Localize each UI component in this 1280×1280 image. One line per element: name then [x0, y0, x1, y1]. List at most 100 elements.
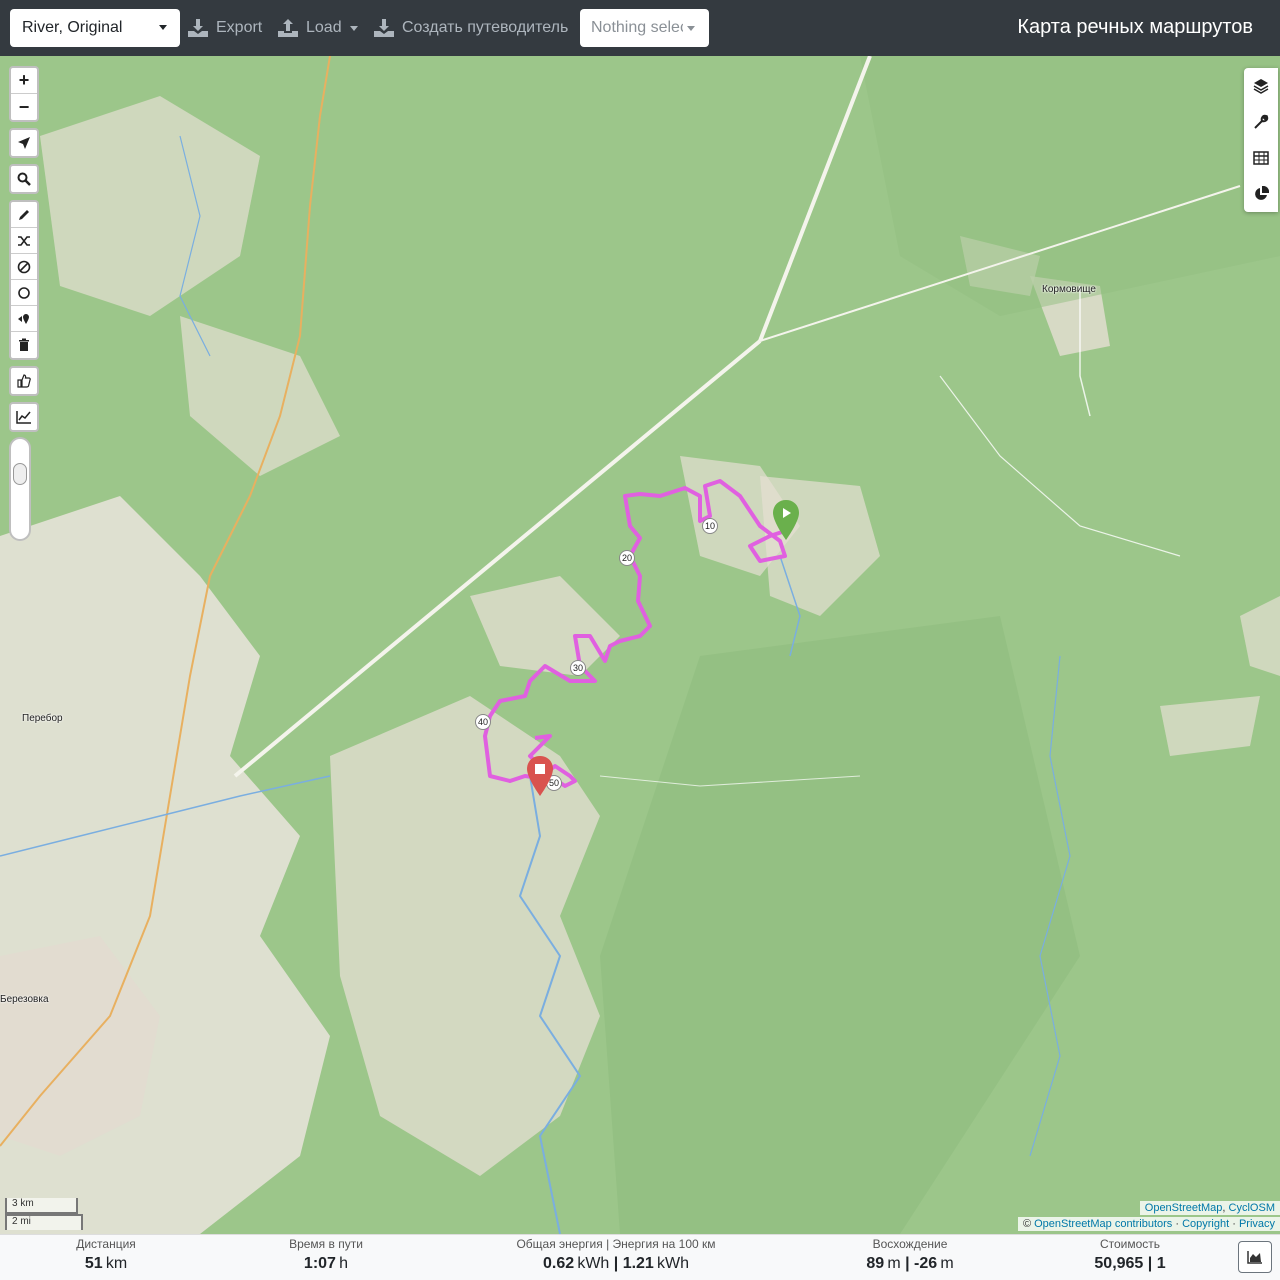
export-label: Export	[216, 19, 263, 36]
map-attribution: © OpenStreetMap contributors · Copyright…	[1017, 1217, 1280, 1231]
route-km-marker: 20	[619, 550, 635, 566]
profile-select[interactable]: River, Original	[10, 9, 180, 47]
statistics-button[interactable]	[1244, 176, 1278, 212]
circle-button[interactable]	[11, 280, 37, 306]
stat-label: Общая энергия | Энергия на 100 км	[516, 1237, 716, 1251]
stat-label: Восхождение	[872, 1237, 948, 1251]
energy-per-100-unit: kWh	[657, 1255, 690, 1272]
shuffle-button[interactable]	[11, 228, 37, 254]
openstreetmap-link[interactable]: OpenStreetMap	[1145, 1202, 1223, 1214]
stat-distance: Дистанция 51 km	[56, 1237, 156, 1273]
energy-per-100-value: 1.21	[622, 1255, 654, 1272]
end-marker-icon[interactable]	[527, 756, 553, 796]
layer-attribution: OpenStreetMap, CyclOSM	[1139, 1201, 1280, 1215]
shuffle-icon	[18, 235, 30, 246]
route-stats-bar: Дистанция 51 km Время в пути 1:07 h Обща…	[0, 1234, 1280, 1280]
copyright-symbol: ©	[1022, 1218, 1035, 1230]
route-km-marker: 10	[702, 518, 718, 534]
wrench-icon	[1254, 114, 1269, 129]
route-km-marker: 40	[475, 714, 491, 730]
stat-value: 89 m | -26 m	[866, 1255, 954, 1272]
elevation-button[interactable]	[11, 404, 37, 430]
elevation-chart-button[interactable]	[1238, 1241, 1272, 1273]
descent-unit: m	[940, 1255, 954, 1272]
stat-value: 1:07 h	[266, 1255, 386, 1273]
load-button[interactable]: Load	[278, 10, 358, 46]
start-marker-icon[interactable]	[773, 500, 799, 540]
search-control	[9, 164, 39, 194]
zoom-in-button[interactable]: +	[11, 68, 37, 94]
chevron-down-icon	[349, 25, 358, 31]
thumbs-up-button[interactable]	[11, 368, 37, 394]
stat-label: Дистанция	[76, 1237, 136, 1251]
slider-handle[interactable]	[13, 463, 27, 485]
download-icon	[188, 19, 208, 37]
zoom-control: + −	[9, 66, 39, 122]
chevron-down-icon	[159, 25, 167, 30]
edit-control	[9, 200, 39, 360]
poi-control	[9, 366, 39, 396]
distance-value: 51	[84, 1255, 103, 1272]
elevation-control	[9, 402, 39, 432]
distance-unit: km	[105, 1255, 128, 1272]
download-icon	[374, 19, 394, 37]
no-go-area-button[interactable]	[11, 254, 37, 280]
opacity-slider[interactable]	[9, 437, 31, 541]
pencil-icon	[19, 209, 29, 220]
stat-energy: Общая энергия | Энергия на 100 км 0.62 k…	[496, 1237, 736, 1273]
stat-label: Время в пути	[289, 1237, 363, 1251]
layers-icon	[1253, 79, 1269, 94]
map-tiles	[0, 56, 1280, 1234]
scale-km: 3 km	[5, 1198, 78, 1214]
scale-mi: 2 mi	[5, 1214, 83, 1230]
stat-value: 51 km	[56, 1255, 156, 1273]
delete-route-button[interactable]	[11, 332, 37, 358]
profile-select-value: River, Original	[22, 19, 123, 36]
trash-icon	[19, 338, 29, 351]
circle-icon	[18, 286, 30, 299]
ascent-value: 89	[866, 1255, 885, 1272]
total-energy-unit: kWh	[577, 1255, 610, 1272]
total-energy-value: 0.62	[542, 1255, 575, 1272]
map-canvas[interactable]: Кормовище Перебор Березовка 10 20 30 40 …	[0, 56, 1280, 1234]
export-button[interactable]: Export	[188, 10, 262, 46]
selection-dropdown-value: Nothing selected	[591, 19, 683, 36]
upload-icon	[278, 19, 298, 37]
location-arrow-icon	[18, 137, 30, 149]
chevron-down-icon	[687, 26, 695, 31]
place-label: Перебор	[22, 713, 63, 724]
pie-chart-icon	[1255, 186, 1269, 200]
time-value: 1:07	[303, 1255, 336, 1272]
search-button[interactable]	[11, 166, 37, 192]
stat-value: 0.62 kWh | 1.21 kWh	[542, 1255, 690, 1272]
descent-value: -26	[914, 1255, 938, 1272]
create-guide-label: Создать путеводитель	[402, 19, 569, 36]
stat-time: Время в пути 1:07 h	[266, 1237, 386, 1273]
search-icon	[17, 172, 31, 186]
line-chart-icon	[16, 411, 31, 424]
reverse-marker-icon	[18, 313, 29, 324]
zoom-out-button[interactable]: −	[11, 94, 37, 120]
cyclosm-link[interactable]: CyclOSM	[1229, 1202, 1275, 1214]
locate-button[interactable]	[11, 130, 37, 156]
privacy-link[interactable]: Privacy	[1239, 1218, 1275, 1230]
attribution-dot: ·	[1172, 1218, 1183, 1230]
copyright-link[interactable]: Copyright	[1182, 1218, 1229, 1230]
stat-ascent: Восхождение 89 m | -26 m	[850, 1237, 970, 1273]
table-button[interactable]	[1244, 140, 1278, 176]
right-toolbar	[1244, 68, 1278, 212]
settings-button[interactable]	[1244, 104, 1278, 140]
draw-route-button[interactable]	[11, 202, 37, 228]
reverse-route-button[interactable]	[11, 306, 37, 332]
app-title: Карта речных маршрутов	[1017, 16, 1253, 38]
top-navbar: River, Original Export Load Создать путе…	[0, 0, 1280, 56]
thumbs-up-icon	[17, 374, 31, 388]
stat-value: 50,965 | 1	[1094, 1255, 1166, 1272]
selection-dropdown[interactable]: Nothing selected	[580, 9, 709, 47]
osm-contributors-link[interactable]: OpenStreetMap contributors	[1034, 1218, 1172, 1230]
layers-button[interactable]	[1244, 68, 1278, 104]
place-label: Кормовище	[1042, 284, 1096, 295]
route-km-marker: 30	[570, 660, 586, 676]
area-chart-icon	[1247, 1251, 1262, 1264]
create-guide-button[interactable]: Создать путеводитель	[374, 10, 568, 46]
